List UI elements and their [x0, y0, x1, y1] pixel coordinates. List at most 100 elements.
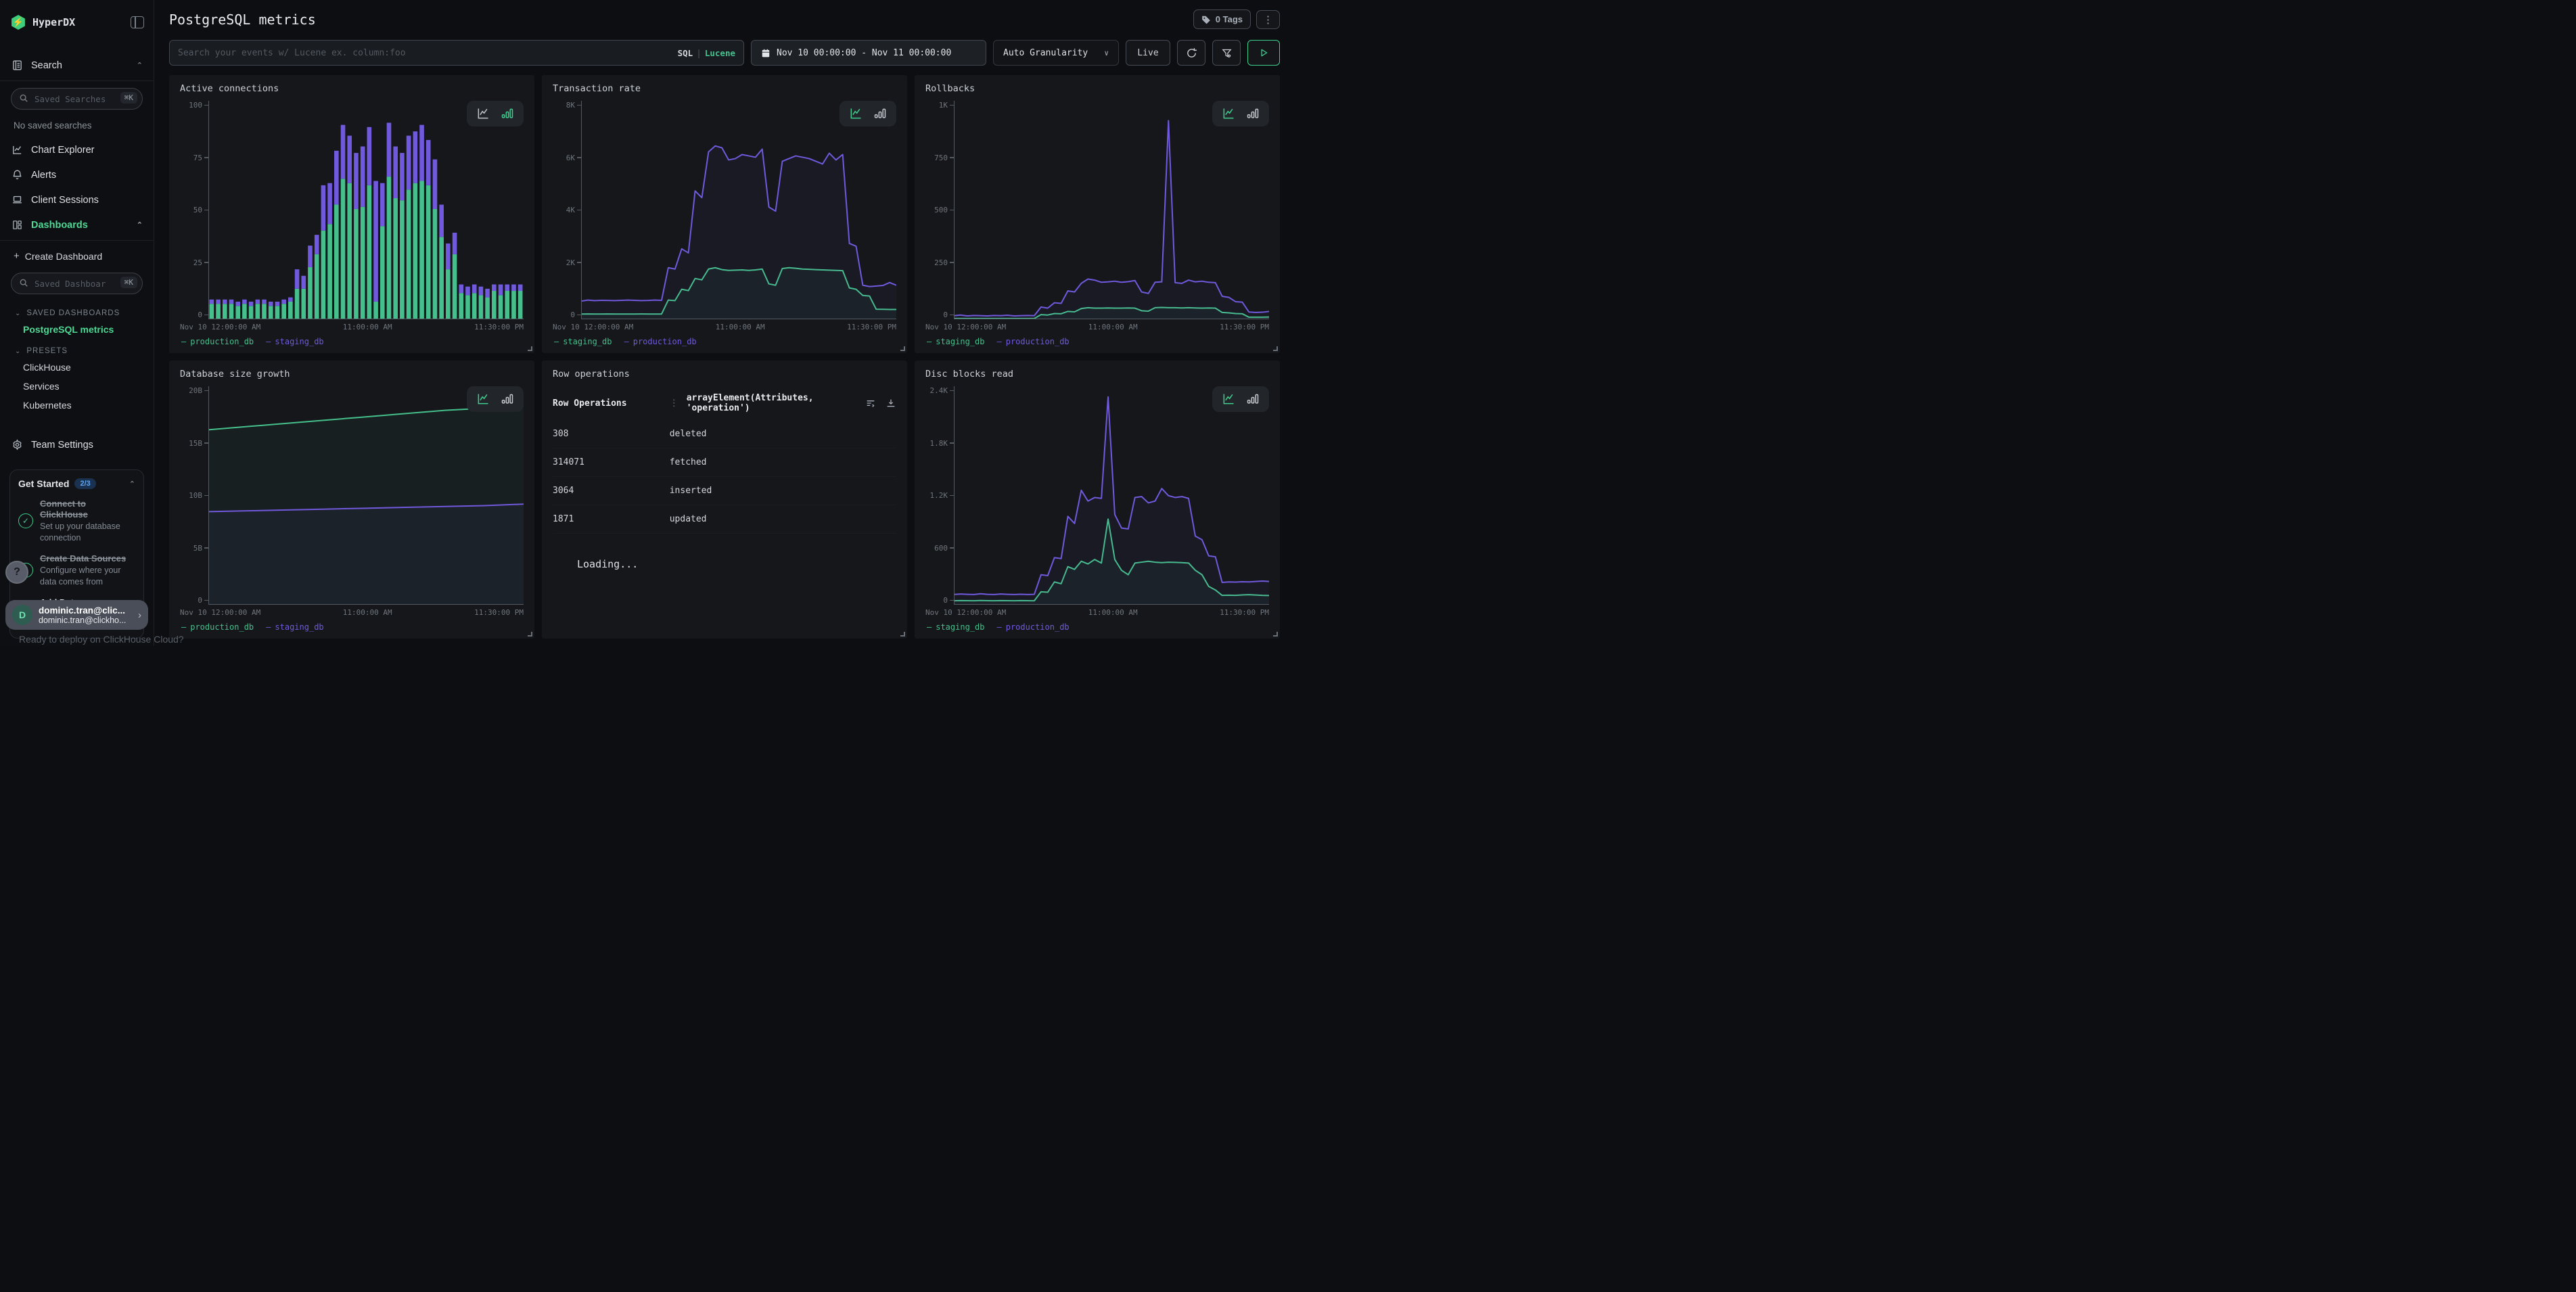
legend-item-production_db[interactable]: — production_db — [996, 337, 1069, 346]
bar-view-icon[interactable] — [873, 107, 888, 120]
get-started-step-connect[interactable]: ✓ Connect to ClickHouse Set up your data… — [18, 498, 135, 544]
column-header-row-operations[interactable]: Row Operations — [553, 398, 670, 409]
chart-canvas[interactable] — [954, 101, 1269, 319]
date-range-picker[interactable]: Nov 10 00:00:00 - Nov 11 00:00:00 — [751, 40, 986, 66]
live-button[interactable]: Live — [1126, 40, 1170, 66]
sidebar-item-label: Chart Explorer — [31, 145, 94, 156]
sidebar-item-chart-explorer[interactable]: Chart Explorer — [0, 137, 154, 162]
dashboards-icon — [11, 218, 24, 231]
sidebar-item-dashboards[interactable]: Dashboards ⌃ — [0, 212, 154, 237]
panel-rollbacks: Rollbacks 1K7505002500 Nov 10 12:00:00 A… — [915, 75, 1280, 353]
legend-item-production_db[interactable]: —production_db — [181, 622, 254, 632]
panel-resize-handle[interactable] — [1273, 346, 1278, 351]
sidebar-collapse-icon[interactable] — [131, 16, 144, 28]
sidebar-item-team-settings[interactable]: Team Settings — [0, 432, 154, 457]
legend-dash-icon: — — [996, 337, 1001, 346]
x-axis-tick: 11:00:00 AM — [716, 323, 765, 331]
panel-resize-handle[interactable] — [900, 346, 905, 351]
table-row[interactable]: 1871 updated — [553, 505, 896, 534]
panel-title: Transaction rate — [553, 83, 896, 94]
expand-columns-icon[interactable] — [865, 398, 876, 409]
legend-item-production_db[interactable]: —production_db — [624, 337, 696, 346]
x-axis: Nov 10 12:00:00 AM11:00:00 AM11:30:00 PM — [180, 323, 524, 331]
tags-label: 0 Tags — [1216, 14, 1243, 24]
panel-resize-handle[interactable] — [528, 346, 532, 351]
granularity-select[interactable]: Auto Granularity ∨ — [993, 40, 1119, 66]
brand: ⚡ HyperDX — [0, 9, 154, 41]
plus-icon: + — [14, 250, 20, 262]
more-options-button[interactable]: ⋮ — [1256, 10, 1280, 29]
y-axis-tick: 250 — [934, 258, 954, 267]
column-resize-handle[interactable]: ⋮ — [670, 398, 677, 409]
legend-item-staging_db[interactable]: —staging_db — [927, 337, 984, 346]
chart-canvas[interactable] — [208, 101, 524, 319]
panel-resize-handle[interactable] — [1273, 632, 1278, 637]
chart-canvas[interactable] — [954, 386, 1269, 605]
line-view-icon[interactable] — [848, 107, 863, 120]
legend-item-staging_db[interactable]: —staging_db — [927, 622, 984, 632]
x-axis-tick: Nov 10 12:00:00 AM — [553, 323, 633, 331]
get-started-title: Get Started — [18, 478, 69, 489]
column-header-operation[interactable]: arrayElement(Attributes, 'operation') — [687, 393, 865, 413]
help-button[interactable]: ? — [5, 561, 28, 584]
bar-view-icon[interactable] — [1245, 107, 1260, 120]
legend-item-staging_db[interactable]: —staging_db — [266, 337, 323, 346]
cell-operation: inserted — [670, 486, 712, 496]
sidebar-item-alerts[interactable]: Alerts — [0, 162, 154, 187]
run-query-button[interactable] — [1247, 40, 1280, 66]
line-view-icon[interactable] — [476, 107, 490, 120]
y-axis-tick: 5B — [193, 544, 208, 553]
lucene-mode-toggle[interactable]: Lucene — [705, 48, 735, 58]
legend-label: staging_db — [275, 337, 323, 346]
table-row[interactable]: 314071 fetched — [553, 448, 896, 477]
x-axis-tick: 11:00:00 AM — [1088, 323, 1138, 331]
panel-resize-handle[interactable] — [900, 632, 905, 637]
y-axis-tick: 6K — [566, 154, 581, 162]
y-axis-tick: 0 — [943, 310, 954, 319]
line-view-icon[interactable] — [476, 392, 490, 406]
sidebar-preset-clickhouse[interactable]: ClickHouse — [0, 358, 154, 377]
check-circle-icon: ✓ — [18, 513, 33, 528]
table-row[interactable]: 3064 inserted — [553, 477, 896, 505]
filter-button[interactable] — [1212, 40, 1241, 66]
sql-mode-toggle[interactable]: SQL — [678, 48, 693, 58]
chart-canvas[interactable] — [581, 101, 896, 319]
sidebar-preset-services[interactable]: Services — [0, 377, 154, 396]
download-icon[interactable] — [886, 398, 896, 409]
table-row[interactable]: 308 deleted — [553, 420, 896, 448]
saved-dashboards-group[interactable]: ⌄ SAVED DASHBOARDS — [0, 301, 154, 320]
line-view-icon[interactable] — [1221, 392, 1236, 406]
hyperdx-logo-icon: ⚡ — [11, 15, 26, 30]
legend-item-staging_db[interactable]: —staging_db — [554, 337, 612, 346]
bar-view-icon[interactable] — [500, 392, 515, 406]
presets-group[interactable]: ⌄ PRESETS — [0, 339, 154, 358]
y-axis-tick: 50 — [193, 206, 208, 214]
brand-name: HyperDX — [32, 16, 131, 28]
panel-resize-handle[interactable] — [528, 632, 532, 637]
x-axis: Nov 10 12:00:00 AM11:00:00 AM11:30:00 PM — [925, 323, 1269, 331]
create-dashboard-button[interactable]: + Create Dashboard — [0, 244, 154, 266]
legend-item-production_db[interactable]: —production_db — [996, 622, 1069, 632]
bar-view-icon[interactable] — [500, 107, 515, 120]
legend-item-production_db[interactable]: —production_db — [181, 337, 254, 346]
sidebar-item-search[interactable]: Search ⌃ — [0, 53, 154, 78]
tags-button[interactable]: 0 Tags — [1193, 9, 1251, 29]
user-menu[interactable]: D dominic.tran@clic... dominic.tran@clic… — [5, 600, 148, 630]
get-started-header[interactable]: Get Started 2/3 ⌃ — [18, 478, 135, 489]
legend-label: staging_db — [936, 622, 984, 632]
bar-view-icon[interactable] — [1245, 392, 1260, 406]
x-axis-tick: 11:30:00 PM — [1220, 608, 1269, 617]
event-search-input[interactable] — [178, 48, 678, 58]
sidebar-preset-kubernetes[interactable]: Kubernetes — [0, 396, 154, 415]
legend-item-staging_db[interactable]: —staging_db — [266, 622, 323, 632]
sidebar-item-client-sessions[interactable]: Client Sessions — [0, 187, 154, 212]
chart-canvas[interactable] — [208, 386, 524, 605]
refresh-button[interactable] — [1177, 40, 1205, 66]
sidebar-item-label: Search — [31, 60, 62, 71]
sidebar-dashboard-postgresql-metrics[interactable]: PostgreSQL metrics — [0, 320, 154, 339]
legend-label: production_db — [1006, 337, 1070, 346]
dashboard-grid: Active connections 1007550250 Nov 10 12:… — [169, 75, 1280, 639]
x-axis-tick: Nov 10 12:00:00 AM — [180, 608, 260, 617]
get-started-step-sources[interactable]: ✓ Create Data Sources Configure where yo… — [18, 553, 135, 588]
line-view-icon[interactable] — [1221, 107, 1236, 120]
